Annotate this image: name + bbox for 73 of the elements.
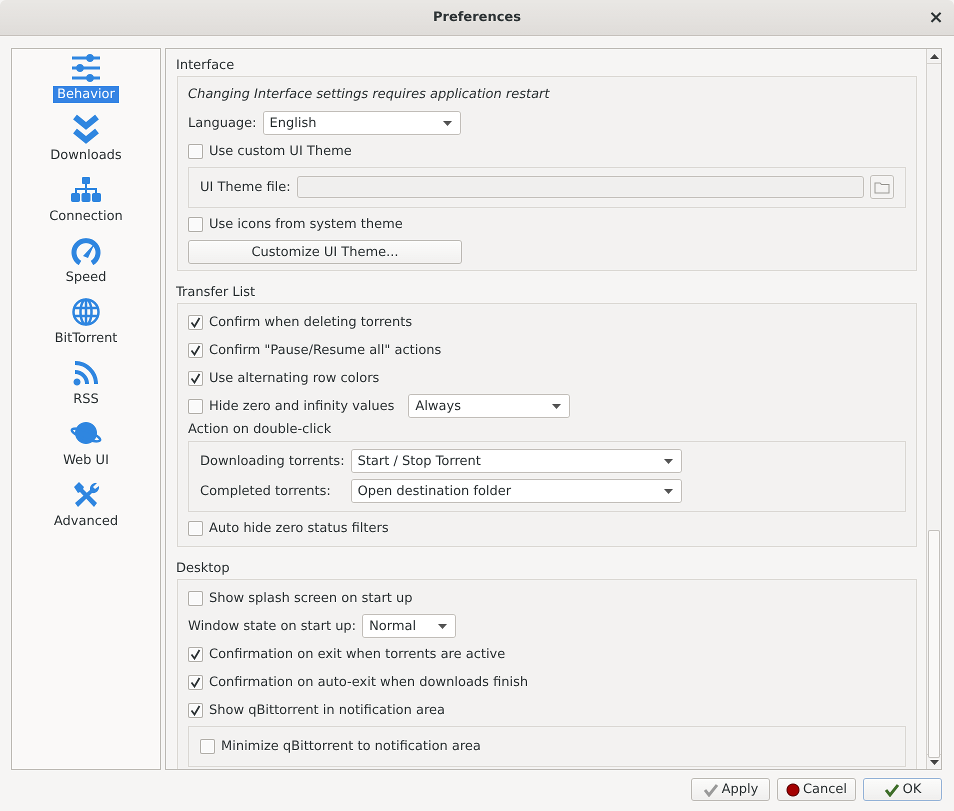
field-label: Downloading torrents: [200, 454, 345, 468]
checkbox-label: Hide zero and infinity values [209, 398, 394, 414]
group-heading: Action on double-click [188, 422, 332, 437]
sidebar-item[interactable]: Advanced [50, 513, 122, 530]
field-label: Language: [188, 116, 257, 130]
file-path-field[interactable] [296, 176, 864, 198]
dropdown[interactable]: Always [408, 394, 570, 418]
sidebar-item[interactable]: RSS [69, 391, 103, 408]
tools-icon [71, 481, 101, 509]
check-icon [884, 782, 900, 796]
caret-down-icon [664, 488, 673, 494]
field-label: Window state on start up: [188, 618, 356, 634]
checkbox[interactable] [188, 520, 203, 536]
sidebar-item[interactable]: Behavior [53, 86, 119, 103]
scrollbar[interactable] [926, 49, 941, 769]
checkbox-label: Confirm when deleting torrents [209, 314, 412, 330]
globe-icon [70, 297, 101, 327]
checkbox[interactable] [188, 216, 203, 232]
checkbox[interactable] [188, 144, 203, 158]
folder-icon [874, 180, 890, 194]
checkbox-label: Auto hide zero status filters [209, 520, 389, 536]
info-note: Changing Interface settings requires application restart [188, 86, 551, 104]
gauge-icon [70, 236, 101, 266]
sidebar-item[interactable]: Connection [45, 208, 127, 225]
close-button[interactable]: × [928, 10, 944, 26]
stop-icon [786, 782, 800, 796]
check-icon [702, 782, 719, 796]
section-title: Desktop [176, 561, 231, 577]
window-title: Preferences [433, 10, 521, 25]
sliders-icon [70, 54, 101, 82]
dropdown[interactable]: Normal [362, 614, 456, 638]
checkbox-label: Use custom UI Theme [209, 144, 352, 158]
checkbox[interactable] [188, 370, 203, 386]
checkbox-label: Show splash screen on start up [209, 590, 413, 606]
caret-down-icon [438, 624, 448, 628]
field-label: Completed torrents: [200, 484, 332, 498]
customize-button[interactable]: Customize UI Theme... [188, 240, 462, 264]
network-icon [71, 177, 101, 203]
double-chevron-icon [72, 114, 100, 144]
checkbox-label: Show qBittorrent in notification area [209, 702, 445, 718]
checkbox[interactable] [200, 738, 215, 754]
checkbox-label: Minimize qBittorrent to notification area [221, 738, 481, 754]
checkbox-label: Use alternating row colors [209, 370, 380, 386]
sidebar-item[interactable]: Speed [62, 269, 110, 286]
checkbox[interactable] [188, 398, 203, 414]
checkbox-label: Use icons from system theme [209, 216, 403, 232]
browse-button[interactable] [870, 175, 894, 199]
dropdown[interactable]: English [262, 111, 461, 135]
checkbox-label: Confirmation on auto-exit when downloads finish [209, 674, 528, 690]
checkbox-label: Confirm "Pause/Resume all" actions [209, 342, 442, 358]
cancel-button[interactable]: Cancel [777, 778, 856, 801]
checkbox[interactable] [188, 342, 203, 358]
ok-button[interactable]: OK [863, 778, 942, 801]
section-title: Interface [176, 58, 236, 74]
checkbox[interactable] [188, 674, 203, 690]
apply-button[interactable]: Apply [691, 778, 770, 801]
rss-icon [72, 359, 100, 387]
dropdown[interactable]: Open destination folder [350, 479, 682, 503]
checkbox[interactable] [188, 590, 203, 606]
checkbox[interactable] [188, 702, 203, 718]
sidebar-item[interactable]: Downloads [46, 147, 126, 164]
checkbox[interactable] [188, 646, 203, 662]
sidebar-item[interactable]: Web UI [59, 452, 113, 469]
caret-down-icon [552, 404, 562, 408]
checkbox[interactable] [188, 314, 203, 330]
scroll-up-icon[interactable] [930, 54, 938, 58]
dropdown[interactable]: Start / Stop Torrent [350, 449, 682, 473]
checkbox-label: Confirmation on exit when torrents are active [209, 646, 506, 662]
section-title: Transfer List [176, 285, 256, 301]
sidebar-item[interactable]: BitTorrent [50, 330, 122, 347]
caret-down-icon [664, 458, 673, 464]
field-label: UI Theme file: [200, 180, 291, 194]
caret-down-icon [442, 120, 452, 126]
